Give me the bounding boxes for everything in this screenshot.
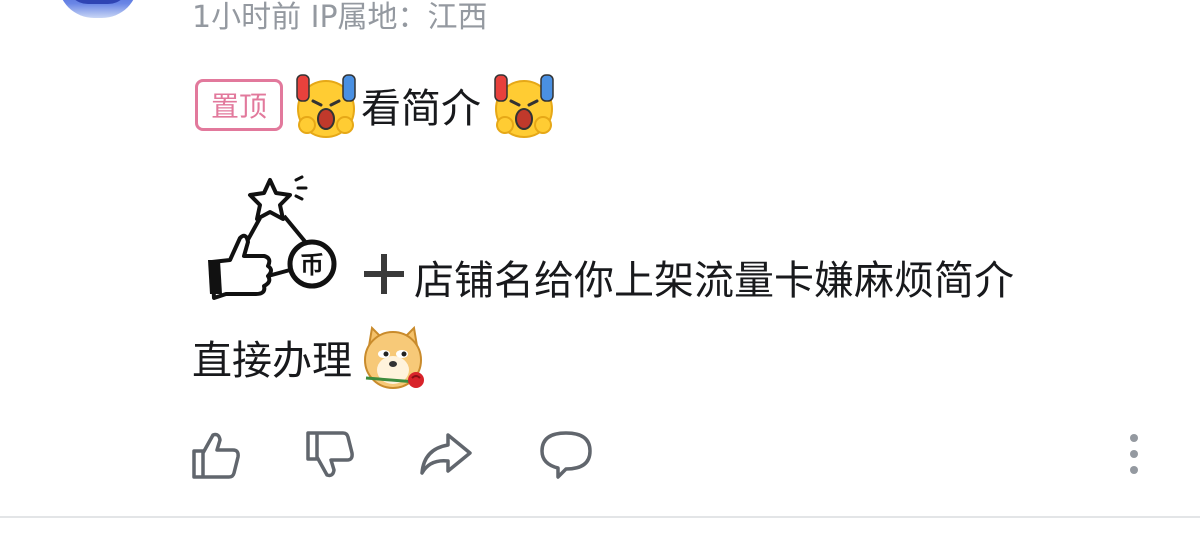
svg-text:币: 币 [300, 251, 324, 279]
thumbs-up-coin-sticker: 币 [208, 175, 337, 300]
pinned-badge: 置顶 [195, 79, 283, 131]
thumbs-up-icon[interactable] [186, 425, 246, 485]
divider [0, 516, 1200, 518]
reply-icon[interactable] [536, 425, 596, 485]
comment-text-3: 直接办理 [192, 338, 352, 384]
comment-meta: 1小时前 IP属地：江西 [192, 0, 488, 35]
scream-face-emoji [296, 74, 356, 138]
more-icon[interactable] [1116, 430, 1152, 480]
thumbs-down-icon[interactable] [300, 425, 360, 485]
share-icon[interactable] [416, 425, 476, 485]
dog-rose-emoji [364, 325, 424, 389]
plus-icon [364, 254, 404, 294]
avatar[interactable] [58, 0, 138, 18]
scream-face-emoji [494, 74, 554, 138]
comment-text-1: 看简介 [361, 86, 481, 132]
comment-line-1: 置顶 看简介 [195, 70, 559, 140]
comment-line-3: 直接办理 [192, 322, 428, 392]
comment-text-2: 店铺名给你上架流量卡嫌麻烦简介 [414, 258, 1014, 304]
